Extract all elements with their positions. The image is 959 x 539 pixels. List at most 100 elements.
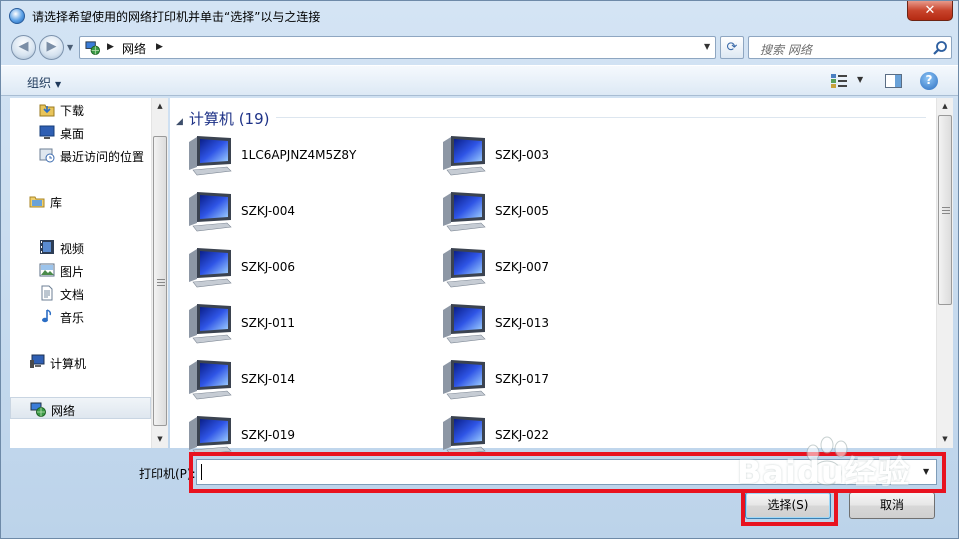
nav-item-pictures[interactable]: 图片 <box>10 259 151 281</box>
recent-pages-dropdown-icon[interactable]: ▼ <box>67 43 73 52</box>
group-divider <box>276 117 926 118</box>
nav-item-label: 网络 <box>51 404 76 418</box>
scrollbar-thumb[interactable] <box>153 136 167 426</box>
nav-item-recent[interactable]: 最近访问的位置 <box>10 144 151 166</box>
document-icon <box>41 285 53 301</box>
computer-item[interactable]: SZKJ-013 <box>441 302 681 346</box>
computer-item[interactable]: SZKJ-017 <box>441 358 681 402</box>
nav-item-label: 图片 <box>60 265 85 279</box>
collapse-triangle-icon[interactable]: ◢ <box>176 117 183 127</box>
scroll-up-icon[interactable]: ▲ <box>152 98 168 115</box>
computer-name[interactable]: SZKJ-014 <box>241 372 295 386</box>
computer-name[interactable]: SZKJ-019 <box>241 428 295 442</box>
file-list-pane: ◢ 计算机 (19) 1LC6APJNZ4M5Z8Y SZKJ-003 SZKJ-00… <box>170 98 936 456</box>
nav-item-label: 视频 <box>60 242 85 256</box>
computer-name[interactable]: SZKJ-004 <box>241 204 295 218</box>
computer-name[interactable]: 1LC6APJNZ4M5Z8Y <box>241 148 356 162</box>
breadcrumb-separator-icon[interactable]: ▶ <box>107 42 114 52</box>
computer-monitor-icon <box>189 360 232 400</box>
organize-menu[interactable]: 组织 ▼ <box>27 74 61 91</box>
music-icon <box>42 309 52 323</box>
search-box[interactable]: 搜索 网络 <box>748 36 952 59</box>
preview-pane-icon[interactable] <box>885 74 902 88</box>
search-placeholder[interactable]: 搜索 网络 <box>760 41 812 58</box>
computer-monitor-icon <box>189 304 232 344</box>
address-dropdown-icon[interactable]: ▼ <box>704 42 710 51</box>
network-icon <box>30 402 46 417</box>
view-options-dropdown-icon[interactable]: ▼ <box>857 75 863 84</box>
computer-monitor-icon <box>443 136 486 176</box>
nav-item-network[interactable]: 网络 <box>10 397 151 419</box>
computer-item[interactable]: SZKJ-007 <box>441 246 681 290</box>
picture-icon <box>39 263 55 277</box>
group-header-label[interactable]: 计算机 (19) <box>189 110 270 128</box>
window-title: 请选择希望使用的网络打印机并单击“选择”以与之连接 <box>32 10 321 24</box>
computer-item[interactable]: 1LC6APJNZ4M5Z8Y <box>187 134 427 178</box>
computer-monitor-icon <box>189 192 232 232</box>
nav-item-label: 桌面 <box>60 127 85 141</box>
library-icon <box>29 196 45 208</box>
computer-name[interactable]: SZKJ-003 <box>495 148 549 162</box>
computer-monitor-icon <box>443 304 486 344</box>
forward-button[interactable]: ▶ <box>39 35 64 60</box>
cancel-button[interactable]: 取消 <box>849 492 935 519</box>
computer-name[interactable]: SZKJ-007 <box>495 260 549 274</box>
computer-name[interactable]: SZKJ-006 <box>241 260 295 274</box>
nav-item-downloads[interactable]: 下载 <box>10 98 151 120</box>
computer-name[interactable]: SZKJ-005 <box>495 204 549 218</box>
computer-item[interactable]: SZKJ-014 <box>187 358 427 402</box>
breadcrumb-separator-icon[interactable]: ▶ <box>156 42 163 52</box>
computer-item[interactable]: SZKJ-005 <box>441 190 681 234</box>
nav-item-label: 文档 <box>60 288 85 302</box>
nav-item-label: 库 <box>50 196 63 210</box>
scrollbar-thumb[interactable] <box>938 115 952 305</box>
navigation-pane: 下载 桌面 最近访问的位置 库 视频 图片 文档 音乐 计算机 网络 <box>10 98 151 448</box>
back-button[interactable]: ◀ <box>11 35 36 60</box>
computer-item[interactable]: SZKJ-006 <box>187 246 427 290</box>
nav-item-library[interactable]: 库 <box>10 190 151 212</box>
computer-monitor-icon <box>443 248 486 288</box>
combobox-dropdown-icon[interactable]: ▼ <box>923 467 929 476</box>
select-button[interactable]: 选择(S) <box>745 492 831 519</box>
printer-label: 打印机(P): <box>139 467 196 481</box>
network-globe-icon <box>85 41 100 55</box>
scroll-down-icon[interactable]: ▼ <box>937 431 953 448</box>
computer-name[interactable]: SZKJ-013 <box>495 316 549 330</box>
printer-combobox[interactable]: ▼ <box>196 459 937 485</box>
group-header[interactable]: ◢ 计算机 (19) <box>176 108 269 129</box>
help-icon[interactable]: ? <box>920 72 938 90</box>
computer-name[interactable]: SZKJ-011 <box>241 316 295 330</box>
content-scrollbar[interactable]: ▲ ▼ <box>936 98 953 448</box>
computer-item[interactable]: SZKJ-011 <box>187 302 427 346</box>
nav-pane-scrollbar[interactable]: ▲ ▼ <box>151 98 168 448</box>
text-caret <box>201 464 202 480</box>
close-button[interactable]: ✕ <box>907 1 953 21</box>
chevron-down-icon[interactable]: ▼ <box>55 80 61 89</box>
search-icon[interactable] <box>932 40 948 56</box>
navigation-bar: ◀ ▶ ▼ ▶ 网络 ▶ ▼ ⟳ 搜索 网络 <box>1 31 958 63</box>
recent-places-icon <box>39 148 55 163</box>
dialog-footer: 打印机(P): ▼ 选择(S) 取消 <box>1 448 958 539</box>
refresh-button[interactable]: ⟳ <box>720 36 744 59</box>
computer-monitor-icon <box>189 248 232 288</box>
computer-name[interactable]: SZKJ-017 <box>495 372 549 386</box>
nav-item-documents[interactable]: 文档 <box>10 282 151 304</box>
computer-item[interactable]: SZKJ-003 <box>441 134 681 178</box>
nav-item-computer[interactable]: 计算机 <box>10 351 151 373</box>
scroll-up-icon[interactable]: ▲ <box>937 98 953 115</box>
nav-item-videos[interactable]: 视频 <box>10 236 151 258</box>
organize-label[interactable]: 组织 <box>27 76 51 90</box>
nav-item-music[interactable]: 音乐 <box>10 305 151 327</box>
nav-item-desktop[interactable]: 桌面 <box>10 121 151 143</box>
computer-monitor-icon <box>443 360 486 400</box>
desktop-icon <box>39 125 55 139</box>
computer-item[interactable]: SZKJ-004 <box>187 190 427 234</box>
change-view-icon[interactable] <box>831 74 847 88</box>
address-text[interactable]: 网络 <box>122 40 146 57</box>
computer-name[interactable]: SZKJ-022 <box>495 428 549 442</box>
scroll-down-icon[interactable]: ▼ <box>152 431 168 448</box>
nav-item-label: 最近访问的位置 <box>60 150 145 164</box>
address-bar[interactable]: ▶ 网络 ▶ ▼ <box>79 36 716 59</box>
title-bar: 请选择希望使用的网络打印机并单击“选择”以与之连接 ✕ <box>1 1 958 31</box>
computer-monitor-icon <box>443 192 486 232</box>
